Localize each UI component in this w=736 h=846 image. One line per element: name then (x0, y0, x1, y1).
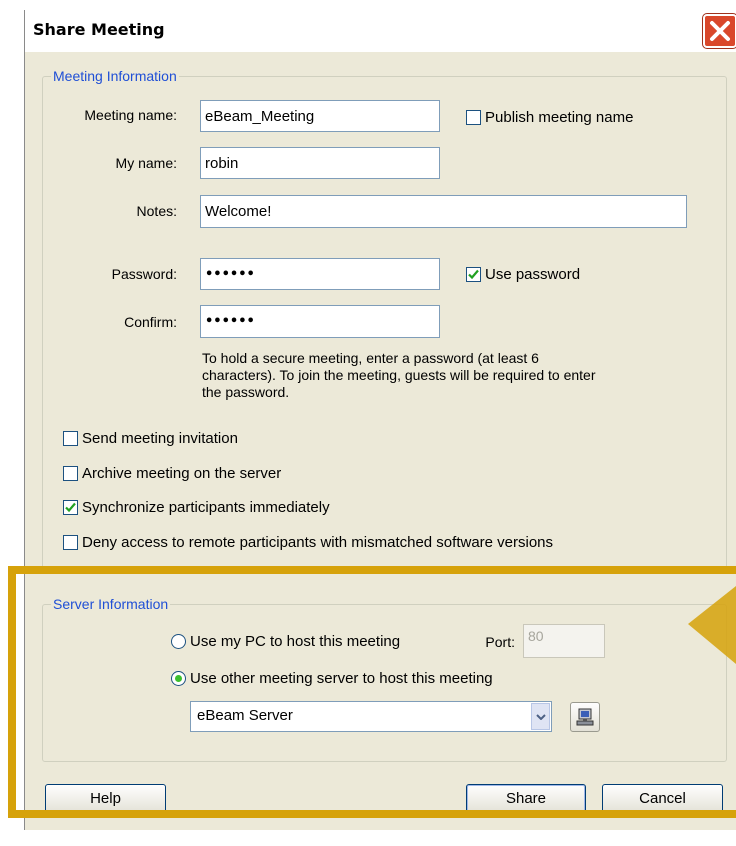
confirm-password-input[interactable] (200, 305, 440, 338)
my-name-input[interactable] (200, 147, 440, 179)
password-hint-line2: characters). To join the meeting, guests… (202, 367, 596, 383)
send-invitation-label: Send meeting invitation (82, 430, 238, 447)
password-input[interactable] (200, 258, 440, 290)
highlight-pointer-icon (688, 586, 736, 670)
synchronize-participants-label: Synchronize participants immediately (82, 499, 330, 516)
notes-label: Notes: (136, 203, 177, 219)
confirm-label: Confirm: (124, 314, 177, 330)
meeting-name-input[interactable] (200, 100, 440, 132)
title-bar: Share Meeting (25, 10, 736, 52)
close-button[interactable] (703, 14, 736, 48)
publish-meeting-name-checkbox[interactable]: Publish meeting name (466, 109, 633, 126)
window-title: Share Meeting (33, 20, 165, 39)
password-hint-line1: To hold a secure meeting, enter a passwo… (202, 350, 539, 366)
publish-meeting-name-label: Publish meeting name (485, 109, 634, 126)
deny-access-checkbox[interactable]: Deny access to remote participants with … (63, 534, 553, 551)
meeting-name-label: Meeting name: (84, 107, 177, 123)
server-section-highlight (8, 566, 736, 818)
use-password-label: Use password (485, 266, 581, 283)
synchronize-participants-checkbox[interactable]: Synchronize participants immediately (63, 499, 330, 516)
my-name-label: My name: (115, 155, 177, 171)
deny-access-label: Deny access to remote participants with … (82, 534, 554, 551)
password-hint: To hold a secure meeting, enter a passwo… (202, 350, 702, 401)
password-label: Password: (111, 266, 177, 282)
use-password-box (466, 267, 481, 282)
use-password-checkbox[interactable]: Use password (466, 266, 580, 283)
password-hint-line3: the password. (202, 384, 290, 400)
meeting-information-legend: Meeting Information (53, 68, 177, 84)
send-invitation-box (63, 431, 78, 446)
notes-input[interactable] (200, 195, 687, 228)
send-invitation-checkbox[interactable]: Send meeting invitation (63, 430, 238, 447)
archive-meeting-checkbox[interactable]: Archive meeting on the server (63, 465, 281, 482)
archive-meeting-label: Archive meeting on the server (82, 465, 282, 482)
deny-access-box (63, 535, 78, 550)
archive-meeting-box (63, 466, 78, 481)
synchronize-participants-box (63, 500, 78, 515)
publish-meeting-name-box (466, 110, 481, 125)
